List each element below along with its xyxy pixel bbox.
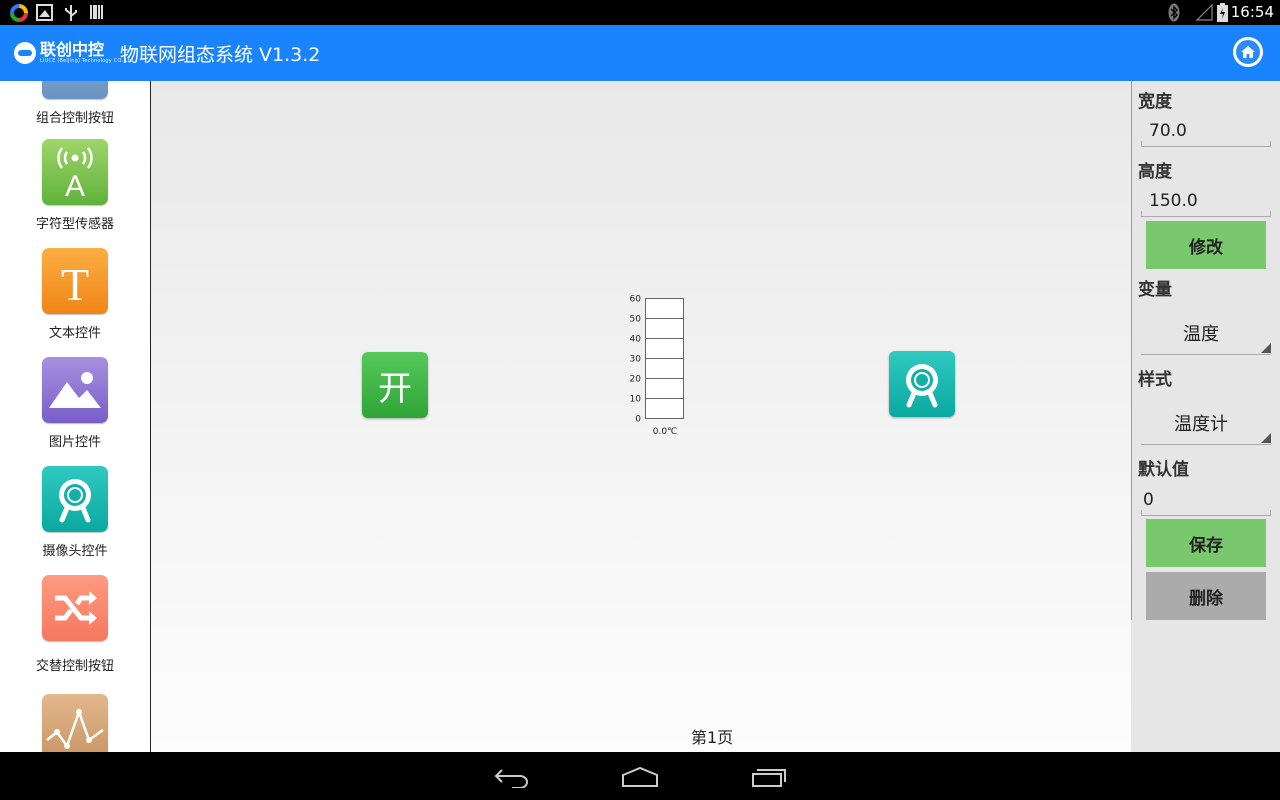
palette-item-label: 摄像头控件 [42, 544, 108, 559]
widget-palette[interactable]: 组合控制按钮 A 字符型传感器 T 文本控件 图片控件 摄像头控件 交替控制按钮 [0, 81, 151, 752]
variable-value: 温度 [1183, 324, 1219, 345]
thermometer-reading: 0.0℃ [653, 427, 677, 437]
back-icon[interactable] [494, 766, 530, 788]
palette-item-text-sensor[interactable]: A 字符型传感器 [0, 139, 150, 232]
toggle-control-icon [42, 575, 108, 641]
palette-item-chart-widget[interactable] [0, 694, 150, 752]
camera-widget[interactable] [889, 351, 955, 417]
thermometer-tick-label: 0 [635, 415, 641, 425]
status-bar: 16:54 [0, 0, 1280, 25]
variable-select[interactable]: 温度 [1141, 312, 1271, 355]
dropdown-arrow-icon [1261, 433, 1271, 443]
combo-control-icon [42, 81, 108, 99]
svg-text:A: A [65, 170, 85, 202]
default-value-label: 默认值 [1138, 460, 1189, 480]
thermometer-tick-label: 30 [630, 355, 642, 365]
panel-divider [1131, 81, 1132, 620]
modify-button[interactable]: 修改 [1146, 221, 1266, 269]
camera-widget-icon [42, 466, 108, 532]
width-label: 宽度 [1138, 92, 1172, 112]
delete-button[interactable]: 删除 [1146, 572, 1266, 620]
recent-apps-icon[interactable] [751, 766, 787, 788]
app-bar: 联创中控 LIUCE (BeiJing) Technology CO.,Ltd … [0, 25, 1280, 81]
height-value: 150.0 [1149, 191, 1198, 211]
svg-text:T: T [61, 259, 89, 306]
thermometer-widget[interactable]: 60 50 40 30 20 10 0 0.0℃ [616, 291, 696, 441]
width-value: 70.0 [1149, 121, 1187, 141]
camera-icon [906, 364, 938, 408]
signal-icon [1196, 4, 1213, 21]
save-button[interactable]: 保存 [1146, 519, 1266, 567]
usb-icon [65, 5, 77, 21]
height-field[interactable]: 150.0 [1141, 188, 1271, 217]
home-button[interactable] [1233, 37, 1263, 67]
palette-item-label: 字符型传感器 [35, 217, 114, 232]
properties-panel: 宽度 70.0 高度 150.0 修改 变量 温度 样式 温度计 默认值 0 保… [1131, 81, 1280, 752]
chart-widget-icon [42, 694, 108, 752]
page-indicator: 第1页 [691, 728, 734, 747]
style-select[interactable]: 温度计 [1141, 402, 1271, 445]
palette-item-combo-control[interactable]: 组合控制按钮 [0, 81, 150, 126]
width-field[interactable]: 70.0 [1141, 118, 1271, 147]
clock: 16:54 [1230, 3, 1274, 21]
text-sensor-icon: A [42, 139, 108, 205]
variable-label: 变量 [1138, 280, 1172, 300]
palette-item-label: 交替控制按钮 [35, 659, 114, 674]
palette-item-label: 文本控件 [48, 326, 101, 341]
palette-item-toggle-control[interactable]: 交替控制按钮 [0, 575, 150, 674]
palette-item-text-widget[interactable]: T 文本控件 [0, 248, 150, 341]
thermometer-tick-label: 50 [630, 315, 642, 325]
app-title: 物联网组态系统 V1.3.2 [120, 44, 321, 66]
image-widget-icon [42, 357, 108, 423]
thermometer-tick-label: 10 [630, 395, 642, 405]
thermometer-tick-label: 60 [630, 295, 642, 305]
palette-item-image-widget[interactable]: 图片控件 [0, 357, 150, 450]
text-widget-icon: T [42, 248, 108, 314]
colorful-circle-icon [10, 4, 28, 22]
battery-icon [1217, 3, 1228, 22]
palette-item-label: 组合控制按钮 [35, 111, 114, 126]
palette-item-camera-widget[interactable]: 摄像头控件 [0, 466, 150, 559]
image-icon [36, 4, 53, 21]
company-logo: 联创中控 LIUCE (BeiJing) Technology CO.,Ltd [14, 35, 133, 71]
bluetooth-icon [1168, 3, 1180, 22]
home-icon [1241, 46, 1255, 58]
home-nav-icon[interactable] [621, 766, 659, 788]
palette-item-label: 图片控件 [48, 435, 101, 450]
barcode-icon [90, 5, 103, 19]
default-value: 0 [1143, 490, 1154, 510]
navigation-bar [0, 752, 1280, 800]
thermometer-tick-label: 20 [630, 375, 642, 385]
style-label: 样式 [1138, 370, 1172, 390]
default-value-field[interactable]: 0 [1141, 487, 1271, 516]
thermometer-tick-label: 40 [630, 335, 642, 345]
switch-widget[interactable]: 开 [362, 352, 428, 418]
dropdown-arrow-icon [1261, 343, 1271, 353]
style-value: 温度计 [1174, 414, 1228, 435]
logo-mark [14, 42, 36, 64]
height-label: 高度 [1138, 162, 1172, 182]
design-canvas[interactable]: 开 60 50 40 30 20 10 0 0.0℃ 第1页 [151, 81, 1131, 752]
switch-label: 开 [378, 368, 412, 409]
